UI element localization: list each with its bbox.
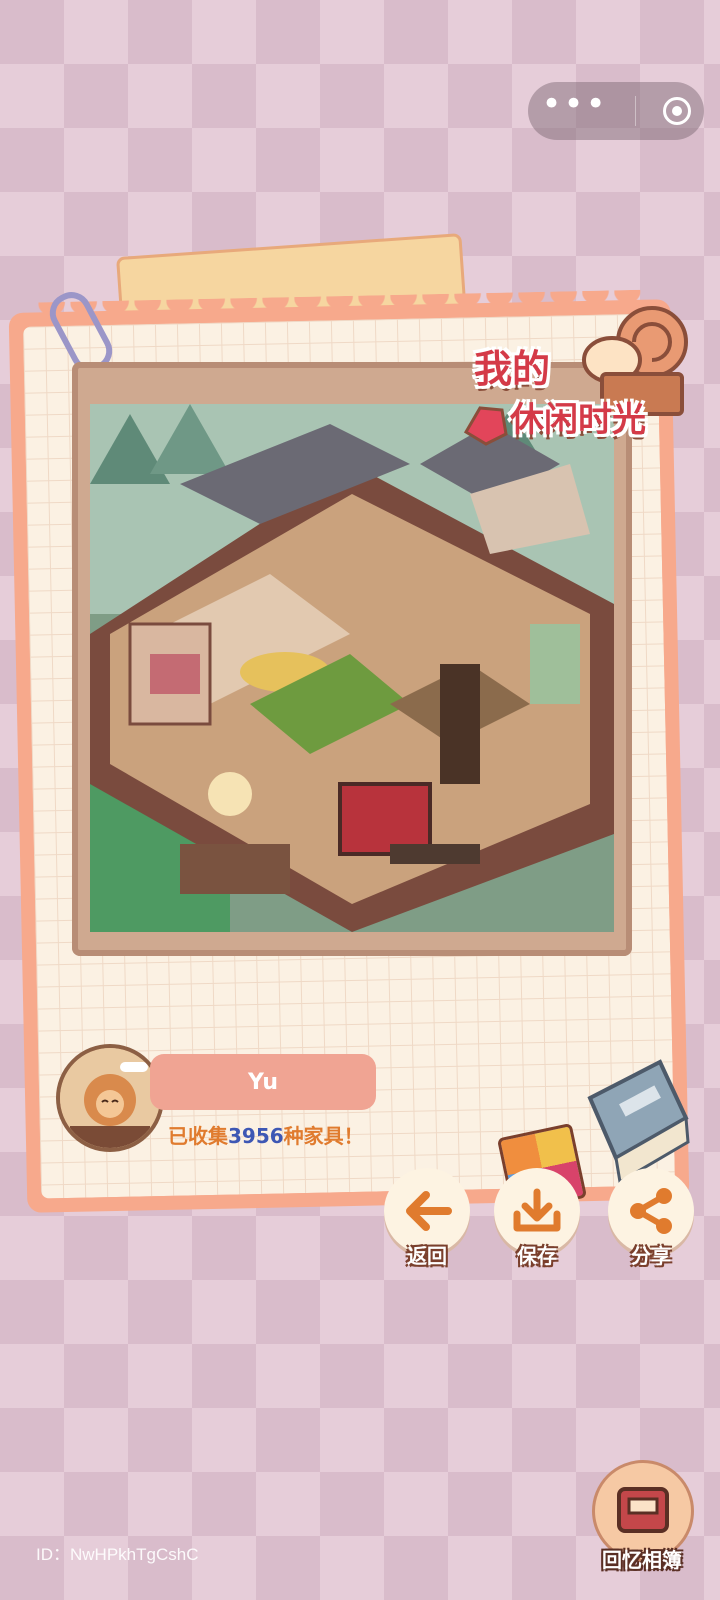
collected-count: 3956 <box>228 1124 284 1148</box>
player-name-pill: Yu <box>150 1054 376 1110</box>
logo-line1: 我的 <box>474 347 551 391</box>
collected-count-text: 已收集3956种家具！ <box>168 1120 364 1149</box>
share-icon <box>630 1188 672 1234</box>
player-name: Yu <box>248 1069 278 1095</box>
photo-album-icon <box>617 1487 669 1533</box>
memory-album-button[interactable]: 回忆相簿 <box>592 1460 694 1572</box>
collected-prefix: 已收集 <box>168 1124 228 1148</box>
more-dots-icon[interactable]: ••• <box>541 87 607 121</box>
capsule-divider <box>634 96 636 126</box>
isometric-room-illustration <box>90 404 614 932</box>
download-icon <box>513 1188 561 1232</box>
share-label: 分享 <box>631 1244 671 1268</box>
logo-line2: 休闲时光 <box>510 400 646 440</box>
game-logo: 我的 休闲时光 <box>462 282 698 452</box>
avatar <box>56 1044 164 1152</box>
album-label: 回忆相簿 <box>602 1548 682 1572</box>
share-button[interactable]: 分享 <box>606 1168 696 1269</box>
user-id-text: ID：NwHPkhTgCshC <box>36 1545 199 1564</box>
room-screenshot <box>90 404 614 932</box>
back-label: 返回 <box>407 1244 447 1268</box>
avatar-image <box>60 1048 160 1148</box>
arrow-left-icon <box>406 1191 452 1231</box>
save-label: 保存 <box>517 1244 557 1268</box>
back-button[interactable]: 返回 <box>382 1168 472 1269</box>
target-close-icon[interactable] <box>662 97 691 125</box>
collected-suffix: 种家具！ <box>283 1124 364 1148</box>
save-button[interactable]: 保存 <box>492 1168 582 1269</box>
mini-program-capsule: ••• <box>528 82 704 140</box>
